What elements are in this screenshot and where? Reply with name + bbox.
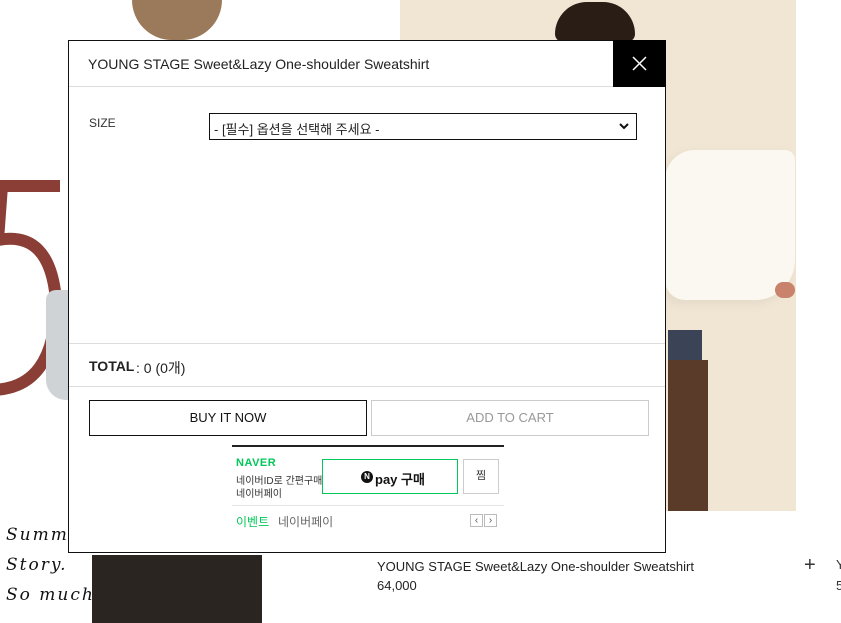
model-hair (555, 2, 635, 42)
plus-icon[interactable]: + (804, 554, 816, 577)
wishlist-button[interactable]: 찜 (463, 459, 499, 494)
next-product-name[interactable]: Y (836, 557, 841, 572)
product-price: 64,000 (377, 578, 417, 593)
naver-pay-button[interactable]: N pay 구매 (322, 459, 458, 494)
size-select[interactable]: - [필수] 옵션을 선택해 주세요 - (209, 113, 637, 140)
model-hair (132, 0, 222, 40)
naver-n-icon: N (361, 471, 373, 483)
model-coat (92, 555, 262, 623)
option-modal: YOUNG STAGE Sweet&Lazy One-shoulder Swea… (68, 40, 666, 553)
close-button[interactable] (613, 40, 666, 87)
chevron-right-icon[interactable]: › (484, 514, 497, 527)
total-row: TOTAL : 0 (0개) (69, 343, 665, 387)
event-link[interactable]: 이벤트 (236, 513, 269, 530)
chevron-down-icon (619, 123, 629, 130)
modal-header: YOUNG STAGE Sweet&Lazy One-shoulder Swea… (69, 40, 666, 87)
sweatshirt-sleeve (665, 150, 795, 300)
model-shoulder (46, 290, 68, 400)
chevron-left-icon[interactable]: ‹ (470, 514, 483, 527)
divider (232, 505, 504, 506)
model-hand (775, 282, 795, 298)
plaid-skirt (668, 330, 702, 360)
naver-pay-widget: NAVER 네이버ID로 간편구매 네이버페이 N pay 구매 찜 이벤트 네… (232, 445, 504, 537)
buy-now-button[interactable]: BUY IT NOW (89, 400, 367, 436)
product-name-link[interactable]: YOUNG STAGE Sweet&Lazy One-shoulder Swea… (377, 559, 694, 574)
close-icon (632, 56, 647, 71)
next-product-price: 5 (836, 578, 841, 593)
naver-pay-description-sub: 네이버페이 (236, 489, 282, 500)
model-leg (668, 360, 708, 511)
naver-pay-button-label: pay 구매 (375, 472, 425, 487)
modal-title: YOUNG STAGE Sweet&Lazy One-shoulder Swea… (88, 56, 430, 72)
naver-logo: NAVER (236, 457, 277, 469)
total-value: : 0 (0개) (136, 360, 186, 376)
size-select-value: - [필수] 옵션을 선택해 주세요 - (214, 122, 380, 137)
total-label: TOTAL (89, 358, 135, 374)
add-to-cart-button[interactable]: ADD TO CART (371, 400, 649, 436)
event-sub-label: 네이버페이 (278, 515, 334, 529)
size-label: SIZE (89, 116, 116, 130)
